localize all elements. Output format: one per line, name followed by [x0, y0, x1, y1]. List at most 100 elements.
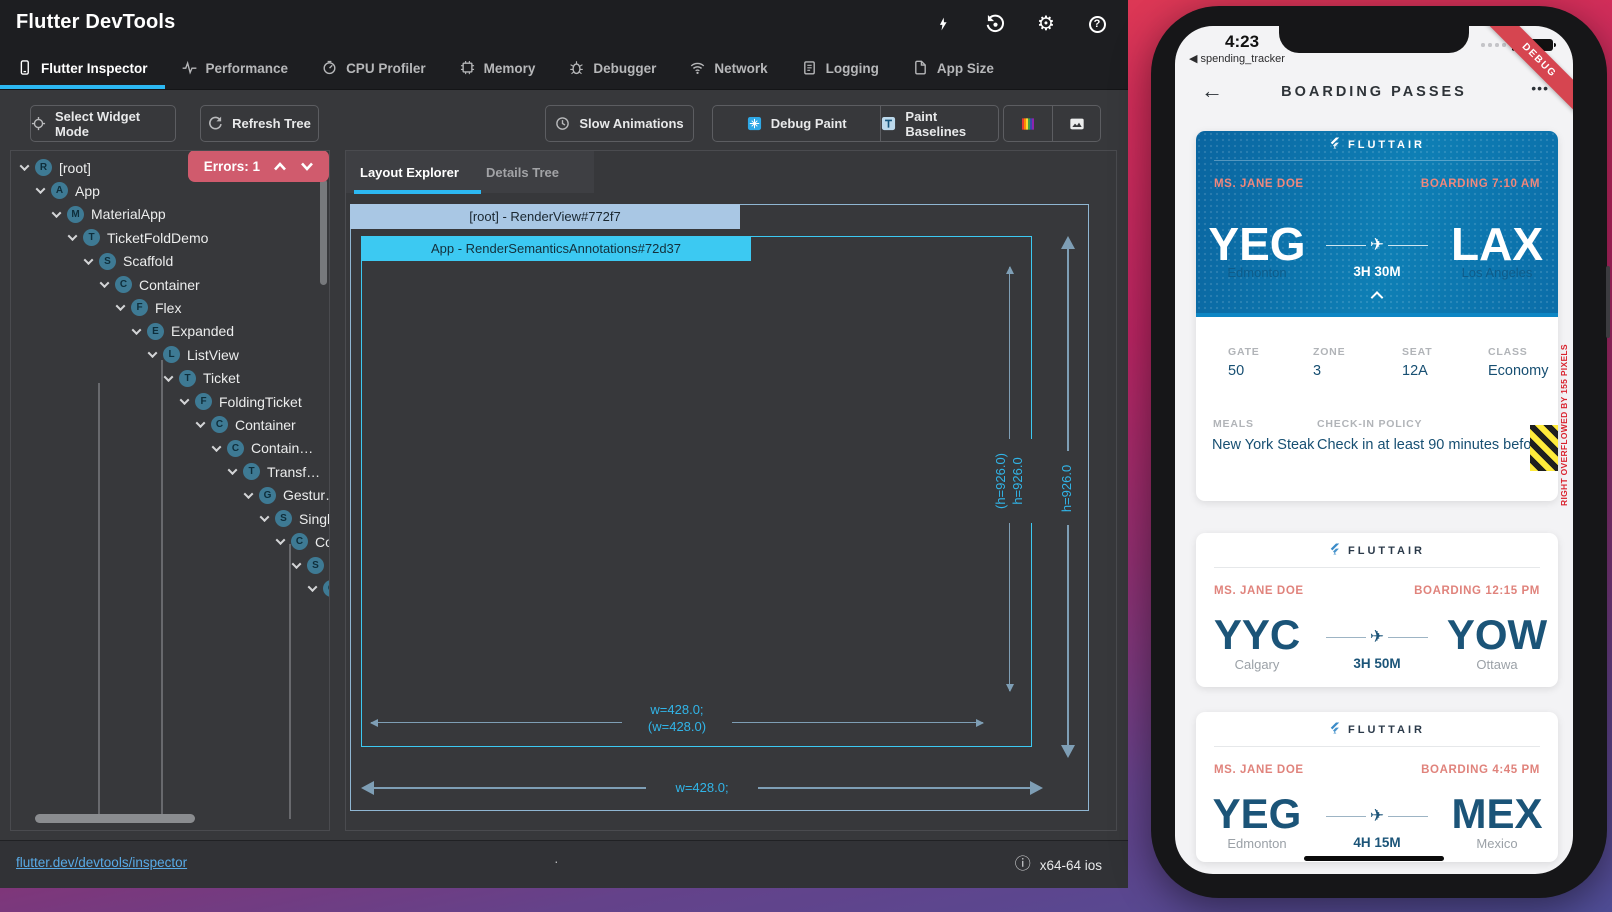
tree-row-listview[interactable]: LListView	[11, 343, 239, 366]
passenger-name: MS. JANE DOE	[1214, 585, 1304, 597]
platform-info: ⓘ x64-64 ios	[1015, 841, 1102, 888]
settings-button[interactable]: ⚙	[1035, 13, 1057, 35]
tree-row-container[interactable]: CContainer	[11, 413, 296, 436]
rendersemantics-box[interactable]	[361, 236, 1032, 747]
tree-row-gestur[interactable]: GGestur…	[11, 484, 330, 507]
seat-label: SEAT	[1402, 346, 1432, 358]
expand-chevron-icon[interactable]	[20, 161, 30, 171]
tab-details-tree[interactable]: Details Tree	[486, 151, 559, 193]
tree-row-flex[interactable]: FFlex	[11, 296, 181, 319]
renderview-box-label[interactable]: [root] - RenderView#772f7	[350, 204, 740, 229]
boarding-pass-yeg-lax[interactable]: FLUTTAIRMS. JANE DOEBOARDING 7:10 AMYEG✈…	[1196, 131, 1558, 501]
tree-row-app[interactable]: AApp	[11, 179, 100, 202]
footer-separator: ·	[554, 853, 559, 869]
repaint-rainbow-button[interactable]	[1004, 106, 1052, 141]
widget-label: MaterialApp	[91, 206, 166, 222]
performance-icon	[182, 60, 197, 78]
tab-layout-explorer[interactable]: Layout Explorer	[360, 151, 459, 193]
expand-chevron-icon[interactable]	[276, 536, 286, 546]
tree-row-container[interactable]: CContainer	[11, 273, 200, 296]
expand-chevron-icon[interactable]	[260, 512, 270, 522]
airline-logo: FLUTTAIR	[1196, 137, 1558, 152]
tree-row-transf[interactable]: TTransf…	[11, 460, 320, 483]
tree-row-ticketfolddemo[interactable]: TTicketFoldDemo	[11, 226, 208, 249]
expand-chevron-icon[interactable]	[36, 185, 46, 195]
origin-city: Edmonton	[1197, 265, 1317, 280]
paint-baselines-button[interactable]: Paint Baselines	[880, 106, 998, 141]
zone-label: ZONE	[1313, 346, 1345, 358]
previous-error-icon[interactable]	[273, 162, 287, 171]
origin-city: Calgary	[1197, 657, 1317, 672]
tab-logging[interactable]: Logging	[785, 48, 896, 89]
tab-flutter-inspector[interactable]: Flutter Inspector	[0, 48, 165, 89]
status-time: 4:23	[1225, 32, 1259, 52]
boarding-pass-yyc-yow[interactable]: FLUTTAIRMS. JANE DOEBOARDING 12:15 PMYYC…	[1196, 533, 1558, 687]
tree-row-expanded[interactable]: EExpanded	[11, 320, 234, 343]
expand-chevron-icon[interactable]	[116, 302, 126, 312]
tree-row-clipped[interactable]: C	[11, 577, 330, 600]
checkin-value: Check in at least 90 minutes before the …	[1317, 437, 1531, 453]
refresh-tree-button[interactable]: Refresh Tree	[200, 105, 319, 142]
page-title: BOARDING PASSES	[1175, 84, 1573, 100]
devtools-docs-link[interactable]: flutter.dev/devtools/inspector	[16, 855, 187, 870]
tab-debugger[interactable]: Debugger	[552, 48, 673, 89]
tree-row-ticket[interactable]: TTicket	[11, 367, 240, 390]
rendersemantics-box-label[interactable]: App - RenderSemanticsAnnotations#72d37	[361, 236, 751, 261]
widget-type-badge: F	[131, 299, 148, 316]
appsize-icon	[913, 60, 928, 78]
hot-restart-button[interactable]	[984, 13, 1006, 35]
tree-row-co[interactable]: CCo	[11, 530, 330, 553]
expand-chevron-icon[interactable]	[292, 559, 302, 569]
boarding-pass-yeg-mex[interactable]: FLUTTAIRMS. JANE DOEBOARDING 4:45 PMYEG✈…	[1196, 712, 1558, 862]
devtools-header: Flutter DevTools ⚙?	[0, 0, 1128, 48]
home-indicator[interactable]	[1304, 856, 1444, 861]
airline-logo: FLUTTAIR	[1196, 543, 1558, 558]
tab-cpu-profiler[interactable]: CPU Profiler	[305, 48, 443, 89]
expand-chevron-icon[interactable]	[244, 489, 254, 499]
layout-tab-bar: Layout Explorer Details Tree	[346, 151, 594, 193]
expand-chevron-icon[interactable]	[52, 208, 62, 218]
tree-row-root[interactable]: R[root]	[11, 156, 91, 179]
expand-chevron-icon[interactable]	[68, 231, 78, 241]
flight-duration: 3H 30M	[1317, 264, 1437, 279]
expand-chevron-icon[interactable]	[308, 582, 318, 592]
slow-animations-button[interactable]: Slow Animations	[545, 105, 694, 142]
expand-chevron-icon[interactable]	[180, 395, 190, 405]
tree-row-contain[interactable]: CContain…	[11, 437, 313, 460]
select-widget-mode-button[interactable]: Select Widget Mode	[30, 105, 176, 142]
expand-chevron-icon[interactable]	[212, 442, 222, 452]
tree-row-foldingticket[interactable]: FFoldingTicket	[11, 390, 302, 413]
tab-memory[interactable]: Memory	[443, 48, 553, 89]
debug-banner-button[interactable]	[1052, 106, 1100, 141]
expand-chevron-icon[interactable]	[164, 372, 174, 382]
tree-row-singl[interactable]: SSingl	[11, 507, 330, 530]
tab-performance[interactable]: Performance	[165, 48, 306, 89]
help-button[interactable]: ?	[1086, 13, 1108, 35]
next-error-icon[interactable]	[300, 162, 314, 171]
errors-badge[interactable]: Errors: 1	[188, 150, 329, 182]
widget-label: Ticket	[203, 370, 240, 386]
seat-value: 12A	[1402, 363, 1428, 379]
expand-chevron-icon[interactable]	[100, 278, 110, 288]
plane-icon: ✈	[1317, 627, 1437, 647]
crosshair-icon	[31, 116, 46, 131]
screenshot-root: Flutter DevTools ⚙? Flutter InspectorPer…	[0, 0, 1612, 912]
expand-chevron-icon[interactable]	[228, 465, 238, 475]
tree-row-clipped[interactable]: S	[11, 554, 324, 577]
tree-horizontal-scrollbar[interactable]	[35, 814, 195, 823]
expand-chevron-icon[interactable]	[84, 255, 94, 265]
collapse-chevron-icon[interactable]	[1371, 291, 1384, 304]
tab-network[interactable]: Network	[673, 48, 784, 89]
tab-app-size[interactable]: App Size	[896, 48, 1011, 89]
hot-reload-button[interactable]	[933, 13, 955, 35]
expand-chevron-icon[interactable]	[148, 348, 158, 358]
tree-row-materialapp[interactable]: MMaterialApp	[11, 203, 166, 226]
status-return-app[interactable]: ◀ spending_tracker	[1189, 52, 1285, 65]
tree-vertical-scrollbar[interactable]	[320, 179, 327, 285]
tree-row-scaffold[interactable]: SScaffold	[11, 250, 173, 273]
debug-paint-button[interactable]: Debug Paint	[713, 106, 880, 141]
plane-icon: ✈	[1317, 235, 1437, 255]
expand-chevron-icon[interactable]	[132, 325, 142, 335]
devtools-footer: flutter.dev/devtools/inspector · ⓘ x64-6…	[0, 840, 1128, 888]
expand-chevron-icon[interactable]	[196, 419, 206, 429]
